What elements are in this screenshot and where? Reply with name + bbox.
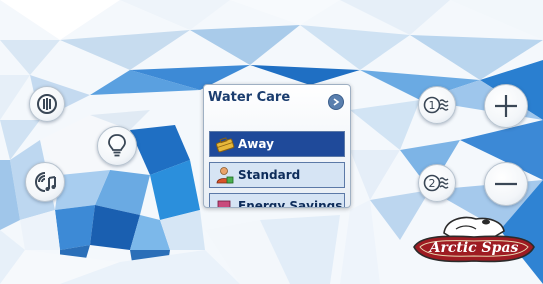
increase-button[interactable]: [484, 84, 528, 128]
water-care-option-energy-savings[interactable]: Energy Savings: [209, 193, 345, 208]
light-button[interactable]: [97, 126, 137, 166]
jets-button[interactable]: [29, 86, 65, 122]
water-care-option-away[interactable]: Away: [209, 131, 345, 157]
decrease-button[interactable]: [484, 162, 528, 206]
svg-text:2: 2: [429, 177, 436, 190]
svg-text:1: 1: [429, 99, 436, 112]
close-button[interactable]: [328, 94, 344, 110]
minus-icon: [495, 182, 517, 186]
plus-icon: [495, 95, 517, 117]
away-label: Away: [238, 137, 274, 151]
pump-2-button[interactable]: 2: [418, 164, 456, 202]
pump-1-icon: 1: [423, 96, 449, 114]
arctic-spas-logo: Arctic Spas: [413, 216, 535, 263]
chevron-right-icon: [333, 98, 340, 106]
pump-1-button[interactable]: 1: [418, 86, 456, 124]
jets-icon: [37, 94, 57, 114]
light-bulb-icon: [108, 134, 126, 157]
water-care-panel: Water Care Away Standard Energy Savings: [203, 84, 351, 208]
standard-label: Standard: [238, 168, 301, 182]
audio-icon: [35, 172, 56, 192]
water-care-title: Water Care: [208, 90, 291, 105]
spa-control-screen: Water Care Away Standard Energy Savings …: [0, 0, 543, 284]
energy-savings-icon: [217, 200, 231, 207]
pump-2-icon: 2: [423, 174, 449, 192]
audio-button[interactable]: [25, 162, 65, 202]
energy-savings-label: Energy Savings: [238, 199, 343, 208]
water-care-option-standard[interactable]: Standard: [209, 162, 345, 188]
arctic-spas-logo-text: Arctic Spas: [428, 240, 519, 256]
away-suitcase-icon: [216, 137, 235, 153]
standard-person-icon: [216, 167, 234, 184]
